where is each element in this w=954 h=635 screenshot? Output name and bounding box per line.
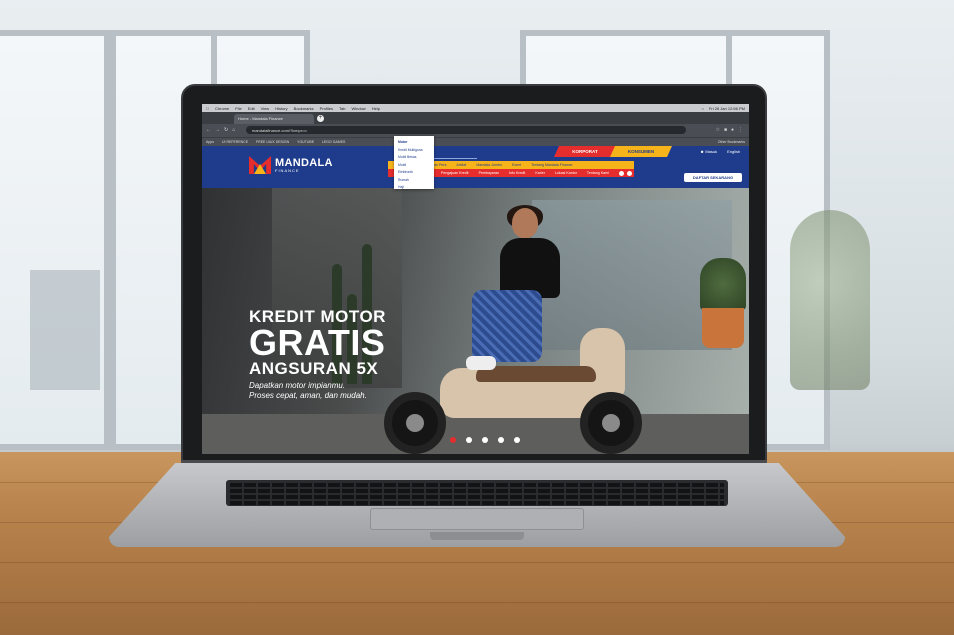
bookmark-item[interactable]: UI REFERENCE [222,140,248,144]
carousel-dot[interactable] [450,437,456,443]
laptop-notch [430,532,524,540]
hero-banner: KREDIT MOTOR GRATIS ANGSURAN 5X Dapatkan… [202,188,749,454]
user-icon: ☻ [700,149,705,154]
menu-item[interactable]: Mandala Jumbo [476,163,502,167]
dropdown-item[interactable]: Haji [398,184,430,192]
home-icon[interactable]: ⌂ [232,127,235,133]
menu-item[interactable]: Karier [535,171,545,175]
rider-image [466,205,572,393]
facebook-icon[interactable] [626,170,632,176]
menu-dots-icon[interactable]: ⋮ [738,127,743,133]
potted-plant [700,258,746,310]
mac-menu-item[interactable]: Bookmarks [294,106,314,111]
laptop-screen:  Chrome File Edit View History Bookmark… [202,104,749,454]
mac-menu-item[interactable]: Help [372,106,380,111]
mac-menu-item[interactable]: Profiles [320,106,333,111]
masuk-label: Masuk [705,149,718,154]
menu-item[interactable]: Pengajuan Kredit [441,171,469,175]
dropdown-item[interactable]: Elektronik [398,169,430,177]
korporat-tab[interactable]: KORPORAT [554,146,616,157]
menu-item[interactable]: Event [512,163,521,167]
background-building [30,270,100,390]
url-field[interactable]: mandalafinance.com/?lcmpr=o [246,126,686,134]
tagline-line1: Dapatkan motor impianmu. [249,381,346,390]
bookmark-item[interactable]: Apps [206,140,214,144]
hero-headline: KREDIT MOTOR GRATIS ANGSURAN 5X Dapatkan… [249,308,386,401]
bookmark-item[interactable]: LEGO GAMES [322,140,345,144]
tab-title: Home - Mandala Finance [238,116,283,121]
tagline-line2: Proses cepat, aman, dan mudah. [249,391,367,400]
laptop-keyboard [226,480,728,506]
laptop-trackpad [370,508,584,530]
menu-item[interactable]: Info Kredit [509,171,525,175]
dropdown-item[interactable]: Kredit Multiguna [398,147,430,155]
dropdown-item[interactable]: Mobil Bekas [398,154,430,162]
menu-item[interactable]: Tentang Mandala Finance [531,163,572,167]
dropdown-item[interactable]: Motor [398,139,430,147]
reload-icon[interactable]: ↻ [224,127,228,133]
konsumen-tab[interactable]: KONSUMEN [610,146,672,157]
new-tab-icon[interactable]: + [317,115,324,122]
background-plant [790,210,870,390]
profile-icon[interactable]: ● [731,127,734,133]
logo-text: MANDALA [275,156,333,169]
rear-wheel [384,392,446,454]
instagram-icon[interactable] [618,170,624,176]
hero-tagline: Dapatkan motor impianmu. Proses cepat, a… [249,381,386,401]
menu-item[interactable]: Tentang Kami [587,171,609,175]
produk-dropdown: Motor Kredit Multiguna Mobil Bekas Mobil… [394,136,434,189]
url-text: mandalafinance.com/?lcmpr=o [252,128,307,133]
apple-icon[interactable]:  [206,106,209,111]
back-icon[interactable]: ← [206,127,211,133]
scooter-front [580,328,625,398]
carousel-dot[interactable] [514,437,520,443]
mac-menu-bar:  Chrome File Edit View History Bookmark… [202,104,749,112]
menu-item[interactable]: Artikel [456,163,466,167]
mac-menu-item[interactable]: Chrome [215,106,229,111]
mac-menu-item[interactable]: File [235,106,241,111]
other-bookmarks[interactable]: Other Bookmarks [718,140,745,144]
masuk-link[interactable]: ☻ Masuk [700,149,717,154]
browser-tab-strip: Home - Mandala Finance + [202,112,749,124]
front-wheel [580,392,642,454]
mac-menu-item[interactable]: Tab [339,106,345,111]
daftar-sekarang-button[interactable]: DAFTAR SEKARANG [684,173,742,182]
dropdown-item[interactable]: Mobil [398,162,430,170]
star-icon[interactable]: ☆ [715,127,719,133]
extension-icon[interactable]: ■ [724,127,727,133]
plant-pot [702,308,744,348]
mac-menu-item[interactable]: Edit [248,106,255,111]
mandala-logo[interactable]: MANDALA FINANCE [249,156,333,174]
mac-menu-item[interactable]: History [275,106,287,111]
bookmark-item[interactable]: YOUTUBE [297,140,314,144]
language-link[interactable]: English [727,149,740,154]
dropdown-item[interactable]: Rumah [398,177,430,185]
headline-line2: GRATIS [249,322,386,363]
headline-line3: ANGSURAN 5X [249,359,379,378]
bookmark-item[interactable]: FREE UIUX DESIGN [256,140,289,144]
address-bar-row: ← → ↻ ⌂ mandalafinance.com/?lcmpr=o ☆ ■ … [202,124,749,137]
clock[interactable]: Fri 26 Jan 12:56 PM [709,106,745,111]
mac-menu-item[interactable]: View [261,106,270,111]
carousel-dot[interactable] [498,437,504,443]
forward-icon[interactable]: → [215,127,220,133]
carousel-dot[interactable] [466,437,472,443]
browser-tab[interactable]: Home - Mandala Finance [234,114,314,124]
bookmarks-bar: Apps UI REFERENCE FREE UIUX DESIGN YOUTU… [202,137,749,146]
carousel-dot[interactable] [482,437,488,443]
menu-item[interactable]: Lokasi Kantor [555,171,577,175]
site-header: MANDALA FINANCE ⚲ Cari disini... KORPORA… [202,146,749,188]
carousel-dots [450,437,520,443]
wifi-icon[interactable]: ○ [702,106,704,111]
menu-item[interactable]: Pembayaran [479,171,499,175]
mac-menu-item[interactable]: Window [351,106,365,111]
mandala-logo-icon [249,156,271,174]
